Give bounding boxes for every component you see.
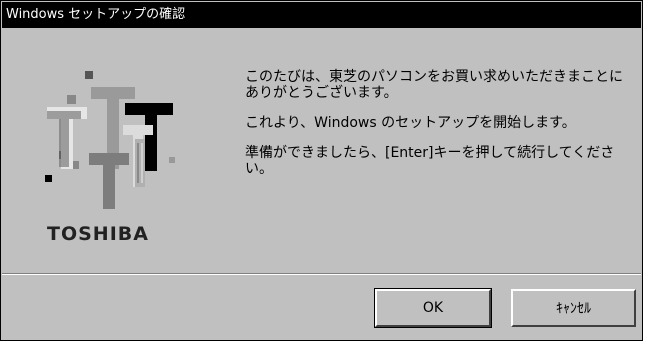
message-continue: 準備ができましたら、[Enter]キーを押して続行してください。 — [245, 145, 615, 177]
message-thanks: このたびは、東芝のパソコンをお買い求めいただきまことにありがとうございます。 — [245, 69, 623, 101]
window-title: Windows セットアップの確認 — [6, 7, 186, 22]
cancel-button[interactable]: ｷｬﾝｾﾙ — [511, 289, 636, 327]
toshiba-logo-graphic — [45, 71, 175, 209]
ok-button[interactable]: OK — [374, 288, 492, 328]
message-start: これより、Windows のセットアップを開始します。 — [245, 115, 576, 131]
setup-confirm-dialog: Windows セットアップの確認 TOSHIBA このたびは、東芝のパソコンを… — [0, 0, 643, 341]
title-bar: Windows セットアップの確認 — [2, 2, 641, 28]
toshiba-brand-text: TOSHIBA — [47, 223, 149, 245]
message-area: このたびは、東芝のパソコンをお買い求めいただきまことにありがとうございます。 こ… — [245, 69, 635, 191]
separator — [2, 273, 641, 275]
toshiba-logo-icon — [29, 63, 189, 213]
